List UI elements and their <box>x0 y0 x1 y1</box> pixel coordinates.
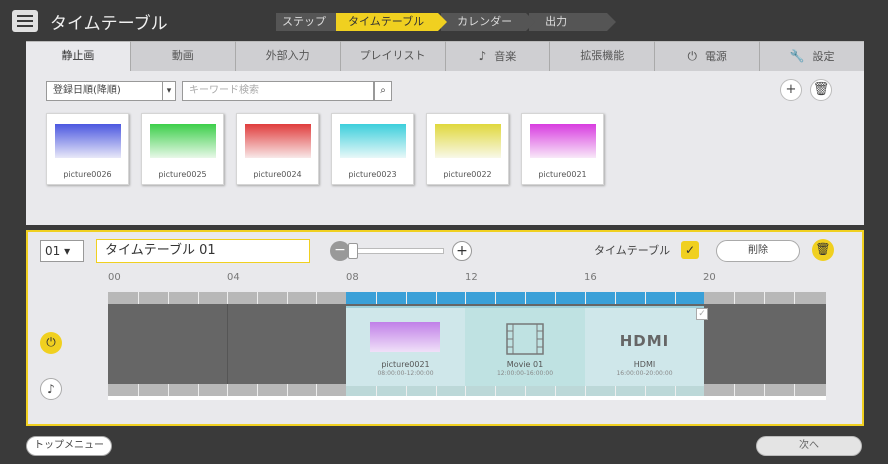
hour-label: 16 <box>584 272 597 283</box>
power-icon: ⏻ <box>687 49 697 63</box>
media-tabs: 静止画 動画 外部入力 プレイリスト ♪ 音楽 拡張機能 ⏻ 電源 🔧 設定 <box>26 41 864 71</box>
music-note-icon[interactable]: ♪ <box>40 378 62 400</box>
add-icon[interactable]: + <box>780 79 802 101</box>
timetable-number-select[interactable]: 01 ▾ <box>40 240 84 262</box>
zoom-slider-handle[interactable] <box>348 243 358 259</box>
schedule-block-movie[interactable]: Movie 01 12:00:00-16:00:00 <box>465 306 585 386</box>
hamburger-menu-icon[interactable] <box>12 10 38 32</box>
hour-label: 04 <box>227 272 240 283</box>
step-calendar[interactable]: カレンダー <box>441 13 536 31</box>
header-bar: タイムテーブル ステップ タイムテーブル カレンダー 出力 <box>0 0 888 40</box>
step-output[interactable]: 出力 <box>529 13 617 31</box>
hour-label: 08 <box>346 272 359 283</box>
image-preview <box>150 124 216 158</box>
timetable-toggle-label: タイムテーブル <box>594 244 671 257</box>
image-preview <box>340 124 406 158</box>
steps-label: ステップ <box>276 13 336 31</box>
thumbnail-item[interactable]: picture0025 <box>141 113 224 185</box>
thumbnail-item[interactable]: picture0026 <box>46 113 129 185</box>
thumbnail-item[interactable]: picture0023 <box>331 113 414 185</box>
image-preview <box>370 322 440 352</box>
search-input[interactable]: キーワード検索 <box>182 81 374 101</box>
film-icon <box>465 322 585 360</box>
page-title: タイムテーブル <box>50 14 168 34</box>
power-icon[interactable]: ⏻ <box>40 332 62 354</box>
tab-settings[interactable]: 🔧 設定 <box>760 41 864 71</box>
checkmark-icon[interactable]: ✓ <box>681 241 699 259</box>
media-library-panel: 登録日順(降順) ▾ キーワード検索 ⌕ + 🗑 picture0026 pic… <box>26 71 864 225</box>
wrench-icon: 🔧 <box>789 49 805 63</box>
trash-icon[interactable]: 🗑 <box>812 239 834 261</box>
thumbnail-item[interactable]: picture0021 <box>521 113 604 185</box>
zoom-in-icon[interactable]: + <box>452 241 472 261</box>
tab-music[interactable]: ♪ 音楽 <box>445 41 551 71</box>
zoom-out-icon[interactable]: − <box>330 241 350 261</box>
timetable-name-field[interactable]: タイムテーブル 01 <box>96 239 310 263</box>
hdmi-logo-icon: HDMI <box>619 332 670 350</box>
timetable-panel: 01 ▾ タイムテーブル 01 − + タイムテーブル ✓ 削除 🗑 00 04… <box>26 230 864 426</box>
next-button[interactable]: 次へ <box>756 436 862 456</box>
tab-playlist[interactable]: プレイリスト <box>340 41 446 71</box>
zoom-slider[interactable] <box>344 248 444 254</box>
tab-still-image[interactable]: 静止画 <box>26 41 131 71</box>
step-indicator: ステップ タイムテーブル カレンダー 出力 <box>276 13 617 31</box>
tab-external-input[interactable]: 外部入力 <box>235 41 341 71</box>
hour-label: 20 <box>703 272 716 283</box>
top-menu-button[interactable]: トップメニュー <box>26 436 112 456</box>
sort-select[interactable]: 登録日順(降順) <box>46 81 164 101</box>
hour-label: 00 <box>108 272 121 283</box>
thumbnail-item[interactable]: picture0022 <box>426 113 509 185</box>
trash-icon[interactable]: 🗑 <box>810 79 832 101</box>
search-icon[interactable]: ⌕ <box>374 81 392 101</box>
image-preview <box>55 124 121 158</box>
delete-button[interactable]: 削除 <box>716 240 800 262</box>
tab-power[interactable]: ⏻ 電源 <box>655 41 761 71</box>
tab-extensions[interactable]: 拡張機能 <box>550 41 656 71</box>
timeline-top-strip <box>108 292 826 304</box>
timeline[interactable]: picture0021 08:00:00-12:00:00 Movie 01 1… <box>108 292 826 400</box>
tab-video[interactable]: 動画 <box>130 41 236 71</box>
image-preview <box>435 124 501 158</box>
image-preview <box>530 124 596 158</box>
chevron-down-icon[interactable]: ▾ <box>162 81 176 101</box>
image-preview <box>245 124 311 158</box>
schedule-block-image[interactable]: picture0021 08:00:00-12:00:00 <box>346 306 465 386</box>
step-timetable[interactable]: タイムテーブル <box>336 13 448 31</box>
music-note-icon: ♪ <box>478 49 487 63</box>
block-checkbox[interactable]: ✓ <box>696 308 708 320</box>
thumbnail-item[interactable]: picture0024 <box>236 113 319 185</box>
hour-label: 12 <box>465 272 478 283</box>
schedule-block-hdmi[interactable]: HDMI HDMI 16:00:00-20:00:00 <box>585 306 704 386</box>
thumbnail-list: picture0026 picture0025 picture0024 pict… <box>46 113 604 185</box>
